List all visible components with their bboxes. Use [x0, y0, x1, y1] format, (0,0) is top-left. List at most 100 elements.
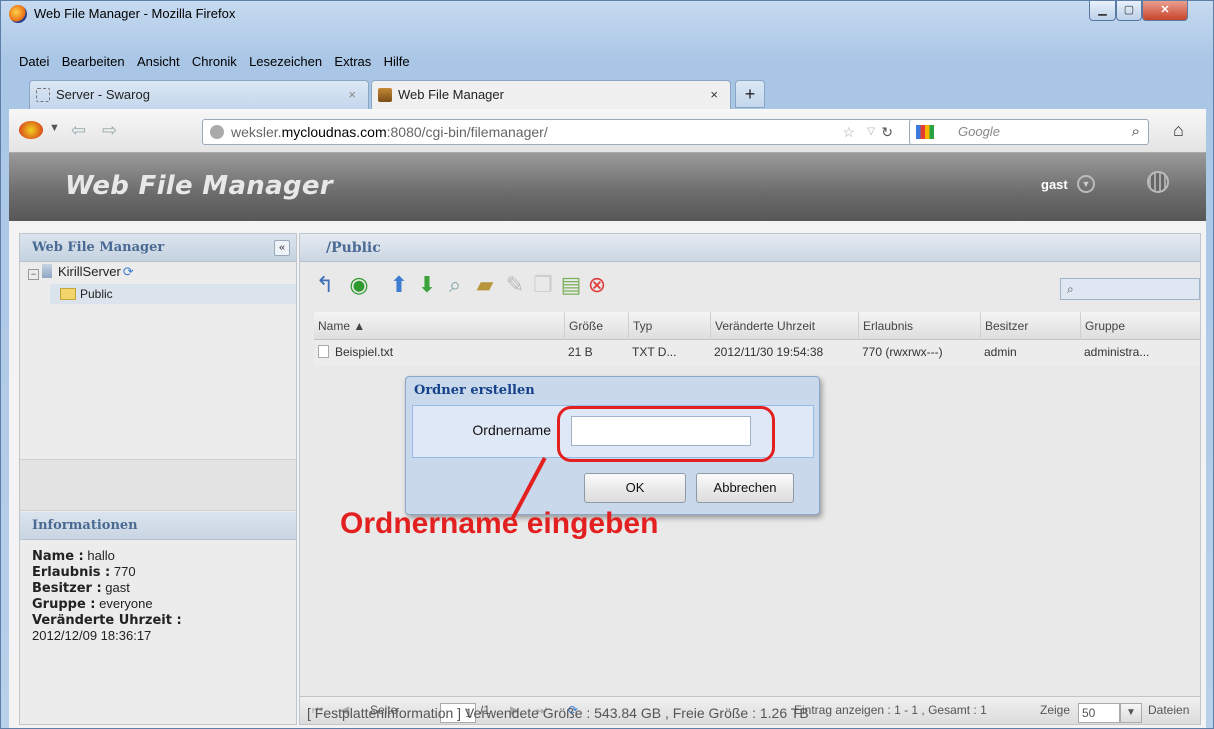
user-menu-icon[interactable]: ▼: [1077, 175, 1095, 193]
col-permission[interactable]: Erlaubnis: [858, 312, 980, 340]
maximize-button[interactable]: ▢: [1116, 1, 1142, 21]
ok-button[interactable]: OK: [584, 473, 686, 503]
refresh-icon[interactable]: ⟳: [123, 264, 134, 279]
close-button[interactable]: ✕: [1142, 1, 1188, 21]
col-name[interactable]: Name ▲: [314, 312, 564, 340]
info-group-key: Gruppe :: [32, 597, 96, 612]
tab-label: Server - Swarog: [56, 87, 150, 102]
info-details: Name : hallo Erlaubnis : 770 Besitzer : …: [32, 548, 182, 643]
reload-icon[interactable]: ↻: [881, 120, 893, 144]
minimize-button[interactable]: ▁: [1089, 1, 1116, 21]
fritzbox-icon[interactable]: [19, 121, 43, 139]
info-perm-key: Erlaubnis :: [32, 565, 111, 580]
col-size[interactable]: Größe: [564, 312, 628, 340]
menu-bearbeiten[interactable]: Bearbeiten: [62, 54, 125, 69]
close-tab-icon[interactable]: ×: [710, 81, 718, 109]
copy-icon[interactable]: ❐: [530, 272, 556, 298]
app-logo-title: Web File Manager: [65, 171, 333, 201]
url-prefix: weksler.: [231, 124, 282, 140]
cell-type: TXT D...: [632, 345, 677, 359]
tab-web-file-manager[interactable]: Web File Manager ×: [371, 80, 731, 110]
close-tab-icon[interactable]: ×: [348, 81, 356, 109]
globe-icon: [210, 125, 224, 139]
cell-size: 21 B: [568, 345, 593, 359]
new-folder-icon[interactable]: ▰: [472, 272, 498, 298]
dropdown-icon[interactable]: ▼: [49, 122, 60, 134]
col-modified[interactable]: Veränderte Uhrzeit: [710, 312, 858, 340]
search-box[interactable]: Google ⌕: [909, 119, 1149, 145]
info-title: Informationen: [20, 512, 296, 540]
col-owner[interactable]: Besitzer: [980, 312, 1080, 340]
back-icon[interactable]: ↰: [312, 272, 338, 298]
url-host: mycloudnas.com: [281, 124, 387, 140]
star-icon[interactable]: ☆: [842, 120, 855, 144]
folder-tree-panel: Web File Manager « − KirillServer ⟳ Public…: [19, 233, 297, 725]
menu-datei[interactable]: Datei: [19, 54, 49, 69]
rename-icon[interactable]: ✎: [502, 272, 528, 298]
menu-hilfe[interactable]: Hilfe: [384, 54, 410, 69]
search-placeholder: Google: [958, 124, 1000, 139]
server-label: KirillServer: [58, 264, 121, 279]
info-name-key: Name :: [32, 549, 84, 564]
table-header: Name ▲ Größe Typ Veränderte Uhrzeit Erla…: [314, 312, 1200, 340]
info-name-value: hallo: [83, 548, 115, 563]
folder-name-label: Ordnername: [472, 422, 551, 438]
page-icon: [36, 88, 50, 102]
tree-node-server[interactable]: − KirillServer ⟳: [28, 264, 134, 280]
expand-icon[interactable]: −: [28, 269, 39, 280]
panel-title-text: Web File Manager: [32, 240, 165, 255]
upload-icon[interactable]: ⬆: [386, 272, 412, 298]
app-header: Web File Manager gast ▼: [9, 153, 1206, 221]
dropdown-icon[interactable]: ▽: [867, 120, 875, 144]
firefox-icon: [9, 5, 27, 23]
annotation-highlight: [557, 406, 775, 462]
cancel-button[interactable]: Abbrechen: [696, 473, 794, 503]
file-manager-icon: [378, 88, 392, 102]
new-file-icon[interactable]: ▤: [558, 272, 584, 298]
browser-window: Web File Manager - Mozilla Firefox ▁ ▢ ✕…: [0, 0, 1214, 729]
info-mod-key: Veränderte Uhrzeit :: [32, 613, 182, 628]
info-owner-key: Besitzer :: [32, 581, 102, 596]
tab-server-swarog[interactable]: Server - Swarog ×: [29, 80, 369, 110]
table-row[interactable]: Beispiel.txt 21 B TXT D... 2012/11/30 19…: [314, 340, 1200, 366]
forward-arrow-icon[interactable]: ⇨: [102, 120, 117, 141]
delete-icon[interactable]: ⊗: [584, 272, 610, 298]
menu-bar: Datei Bearbeiten Ansicht Chronik Lesezei…: [19, 54, 419, 74]
user-name[interactable]: gast: [1041, 177, 1068, 192]
disk-info: [ Festplatteninformation ] Verwendete Gr…: [307, 705, 809, 721]
tab-label: Web File Manager: [398, 87, 504, 102]
cell-permission: 770 (rwxrwx---): [862, 345, 943, 359]
menu-lesezeichen[interactable]: Lesezeichen: [249, 54, 322, 69]
info-perm-value: 770: [110, 564, 136, 579]
annotation-text: Ordnername eingeben: [340, 507, 659, 540]
file-table: Name ▲ Größe Typ Veränderte Uhrzeit Erla…: [314, 312, 1200, 366]
home-icon[interactable]: ⌂: [1173, 120, 1184, 141]
menu-ansicht[interactable]: Ansicht: [137, 54, 180, 69]
language-globe-icon[interactable]: [1147, 171, 1169, 193]
google-icon[interactable]: [916, 125, 934, 139]
new-tab-button[interactable]: +: [735, 80, 765, 108]
back-arrow-icon[interactable]: ⇦: [71, 120, 86, 141]
menu-chronik[interactable]: Chronik: [192, 54, 237, 69]
download-icon[interactable]: ⬇: [414, 272, 440, 298]
tab-strip: Server - Swarog × Web File Manager × +: [19, 80, 1209, 110]
search-icon[interactable]: ⌕: [442, 272, 468, 298]
menu-extras[interactable]: Extras: [334, 54, 371, 69]
navigation-bar: ▼ ⇦ ⇨ weksler.mycloudnas.com:8080/cgi-bi…: [9, 109, 1206, 153]
folder-label: Public: [80, 287, 113, 301]
refresh-icon[interactable]: ◉: [346, 272, 372, 298]
panel-title: Web File Manager «: [20, 234, 296, 262]
filter-input[interactable]: ⌕: [1060, 278, 1200, 300]
cell-modified: 2012/11/30 19:54:38: [714, 345, 824, 359]
info-group-value: everyone: [95, 596, 153, 611]
server-icon: [42, 264, 52, 278]
collapse-icon[interactable]: «: [274, 240, 290, 256]
col-group[interactable]: Gruppe: [1080, 312, 1182, 340]
dialog-title: Ordner erstellen: [414, 383, 535, 398]
tree-node-public[interactable]: Public: [50, 284, 296, 304]
col-type[interactable]: Typ: [628, 312, 710, 340]
search-icon[interactable]: ⌕: [1132, 120, 1140, 144]
address-bar[interactable]: weksler.mycloudnas.com:8080/cgi-bin/file…: [202, 119, 932, 145]
cell-name: Beispiel.txt: [335, 345, 394, 359]
info-owner-value: gast: [101, 580, 130, 595]
